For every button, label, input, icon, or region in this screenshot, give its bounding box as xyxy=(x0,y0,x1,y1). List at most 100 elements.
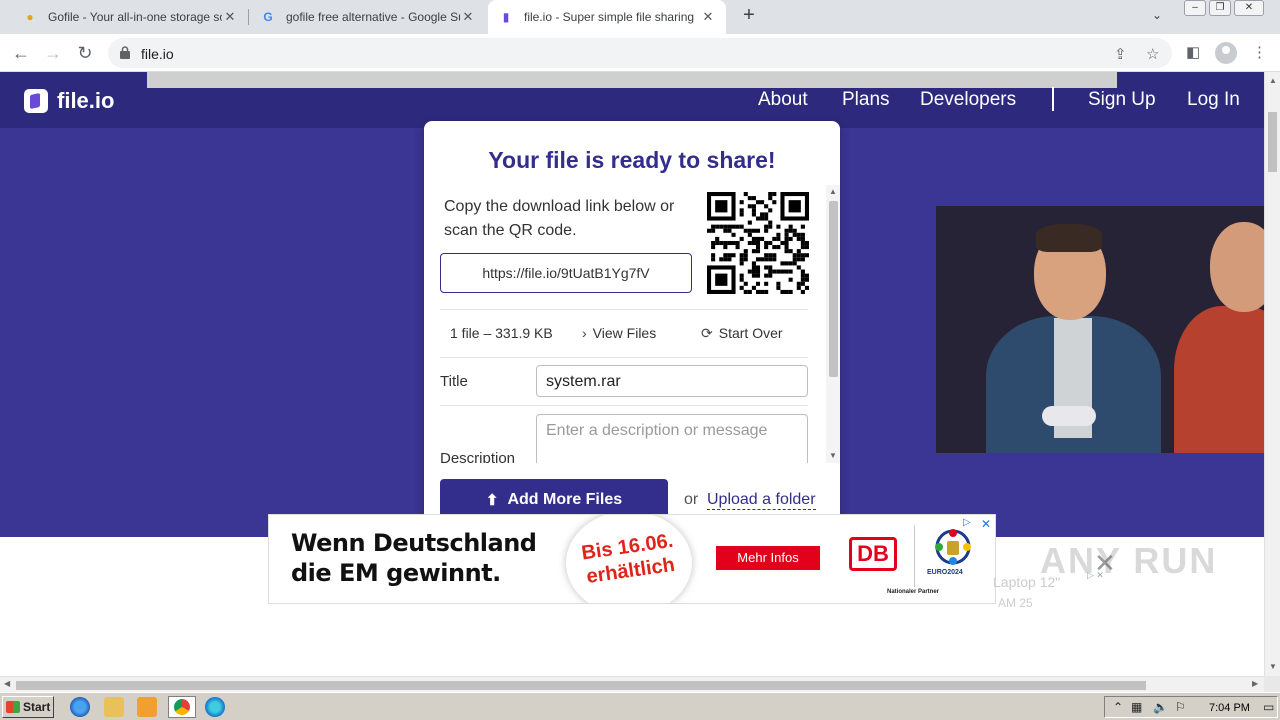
download-link-field[interactable]: https://file.io/9tUatB1Yg7fV xyxy=(440,253,692,293)
watermark-close-icon: ✕ xyxy=(1094,548,1116,578)
background-text: AM 25 xyxy=(998,596,1033,610)
ad-headline-2: die EM gewinnt. xyxy=(291,559,501,587)
minimize-button[interactable]: – xyxy=(1184,0,1206,16)
new-tab-button[interactable]: + xyxy=(738,5,760,27)
tab-gofile[interactable]: ● Gofile - Your all-in-one storage solut… xyxy=(12,0,248,34)
tab-title: file.io - Super simple file sharing xyxy=(524,10,695,24)
forward-icon[interactable]: → xyxy=(42,42,64,64)
nav-plans[interactable]: Plans xyxy=(842,89,890,111)
side-panel-icon[interactable]: ◧ xyxy=(1186,43,1200,61)
restore-button[interactable]: ❐ xyxy=(1209,0,1231,16)
ad-divider xyxy=(914,525,915,587)
scroll-right-icon[interactable]: ▶ xyxy=(1252,679,1258,688)
file-summary: 1 file – 331.9 KB xyxy=(450,325,553,341)
tab-search-chevron-icon[interactable]: ⌄ xyxy=(1152,8,1162,22)
chevron-right-icon: › xyxy=(582,325,587,341)
page-vertical-scrollbar[interactable]: ▲ ▼ xyxy=(1264,72,1280,676)
title-input[interactable]: system.rar xyxy=(536,365,808,397)
network-icon[interactable]: ▦ xyxy=(1131,700,1142,714)
clock: 7:04 PM xyxy=(1209,702,1250,714)
back-icon[interactable]: ← xyxy=(10,42,32,64)
nav-links: About Plans Developers Sign Up Log In xyxy=(0,87,1264,113)
url-text: file.io xyxy=(141,46,174,62)
card-scroll-area: Copy the download link below or scan the… xyxy=(424,185,840,463)
scroll-down-icon[interactable]: ▼ xyxy=(829,451,837,460)
add-more-files-label: Add More Files xyxy=(507,491,623,508)
anyrun-watermark: ANY RUN xyxy=(1040,540,1218,581)
address-bar[interactable]: file.io ⇪ ☆ xyxy=(108,38,1172,68)
bookmark-star-icon[interactable]: ☆ xyxy=(1146,45,1159,63)
nav-sign-up[interactable]: Sign Up xyxy=(1088,89,1156,111)
share-card: Your file is ready to share! Copy the do… xyxy=(424,121,840,537)
euro2024-text: EURO2024 xyxy=(927,569,963,576)
close-tab-icon[interactable]: ✕ xyxy=(222,9,238,25)
divider xyxy=(440,405,808,406)
partner-text: Nationaler Partner xyxy=(887,589,940,595)
scrollbar-thumb[interactable] xyxy=(1268,112,1277,172)
scrollbar-thumb[interactable] xyxy=(16,681,1146,690)
windows-logo-icon xyxy=(6,701,20,713)
edge-icon[interactable] xyxy=(205,697,225,717)
chrome-icon xyxy=(174,699,190,715)
tab-fileio[interactable]: ▮ file.io - Super simple file sharing ✕ xyxy=(488,0,726,34)
menu-kebab-icon[interactable]: ⋮ xyxy=(1252,43,1267,61)
internet-explorer-icon[interactable] xyxy=(70,697,90,717)
close-tab-icon[interactable]: ✕ xyxy=(700,9,716,25)
show-desktop-icon[interactable]: ▭ xyxy=(1263,700,1274,714)
reload-icon[interactable]: ↻ xyxy=(74,42,96,64)
scroll-left-icon[interactable]: ◀ xyxy=(4,679,10,688)
description-textarea[interactable]: Enter a description or message xyxy=(536,414,808,463)
ad-info-icon[interactable]: ▷ xyxy=(963,517,975,529)
refresh-icon: ⟳ xyxy=(701,325,713,341)
video-person-head xyxy=(1210,222,1264,312)
windows-taskbar: Start ⌃ ▦ 🔈 ⚐ 7:04 PM ▭ xyxy=(0,692,1280,720)
title-label: Title xyxy=(440,373,468,390)
volume-icon[interactable]: 🔈 xyxy=(1153,700,1168,714)
scrollbar-thumb[interactable] xyxy=(829,201,838,377)
browser-tab-strip: ● Gofile - Your all-in-one storage solut… xyxy=(0,0,1280,34)
scroll-up-icon[interactable]: ▲ xyxy=(829,187,837,196)
db-logo: DB xyxy=(849,537,897,571)
tab-google[interactable]: G gofile free alternative - Google Suche… xyxy=(250,0,486,34)
tab-title: Gofile - Your all-in-one storage solutio… xyxy=(48,10,222,24)
scroll-down-icon[interactable]: ▼ xyxy=(1269,662,1277,671)
close-tab-icon[interactable]: ✕ xyxy=(460,9,476,25)
nav-log-in[interactable]: Log In xyxy=(1187,89,1240,111)
description-label: Description xyxy=(440,450,516,463)
more-info-button[interactable]: Mehr Infos xyxy=(716,546,820,570)
top-ad-strip xyxy=(147,72,1117,88)
fileio-icon: ▮ xyxy=(502,10,510,24)
ad-close-icon[interactable]: ✕ xyxy=(981,517,991,531)
chrome-taskbar-button[interactable] xyxy=(168,696,196,718)
view-files-label: View Files xyxy=(592,325,657,341)
close-window-button[interactable]: ✕ xyxy=(1234,0,1264,16)
scroll-up-icon[interactable]: ▲ xyxy=(1269,76,1277,85)
start-over-link[interactable]: ⟳ Start Over xyxy=(701,325,783,342)
card-title: Your file is ready to share! xyxy=(488,147,776,173)
flag-icon[interactable]: ⚐ xyxy=(1175,700,1186,714)
tray-expand-icon[interactable]: ⌃ xyxy=(1113,700,1123,714)
system-tray: ⌃ ▦ 🔈 ⚐ 7:04 PM ▭ xyxy=(1104,696,1278,718)
gofile-icon: ● xyxy=(26,10,34,24)
nav-developers[interactable]: Developers xyxy=(920,89,1016,111)
video-ad[interactable] xyxy=(936,206,1264,453)
nav-divider xyxy=(1052,87,1054,111)
page-horizontal-scrollbar[interactable]: ◀ ▶ xyxy=(0,676,1264,692)
start-button[interactable]: Start xyxy=(2,696,54,718)
share-icon[interactable]: ⇪ xyxy=(1114,45,1127,63)
card-scrollbar[interactable]: ▲ ▼ xyxy=(826,185,840,463)
game-controller-icon xyxy=(1042,406,1096,426)
upload-folder-link[interactable]: Upload a folder xyxy=(707,491,816,510)
file-explorer-icon[interactable] xyxy=(104,697,124,717)
media-player-icon[interactable] xyxy=(137,697,157,717)
divider xyxy=(440,309,808,310)
instructions-text: Copy the download link below or scan the… xyxy=(444,198,675,239)
banner-ad[interactable]: Wenn Deutschland die EM gewinnt. Bis 16.… xyxy=(268,514,996,604)
google-icon: G xyxy=(263,10,273,24)
site-navbar: file.io About Plans Developers Sign Up L… xyxy=(0,72,1264,128)
profile-avatar[interactable] xyxy=(1215,42,1237,64)
scrollbar-corner xyxy=(1264,676,1280,692)
nav-about[interactable]: About xyxy=(758,89,808,111)
view-files-link[interactable]: › View Files xyxy=(582,325,656,341)
window-controls: – ❐ ✕ xyxy=(1184,0,1267,18)
